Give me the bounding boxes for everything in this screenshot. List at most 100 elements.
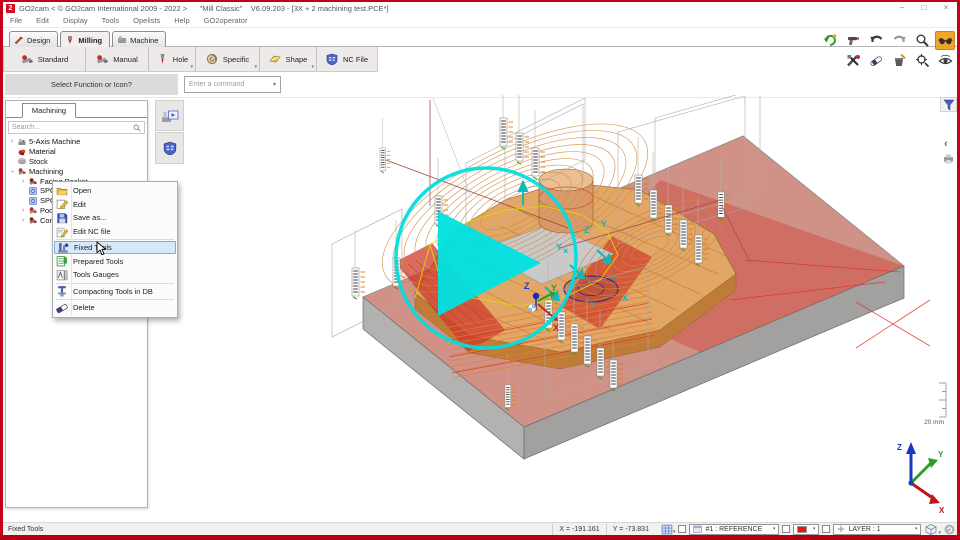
expand-icon[interactable]: ›: [20, 217, 26, 224]
command-input[interactable]: Enter a command ▾: [184, 76, 281, 93]
view-cube-button[interactable]: ▾: [924, 523, 941, 536]
close-button[interactable]: ×: [935, 3, 957, 13]
tools-gauges-icon: [56, 269, 68, 281]
view-toolbar-row1: [820, 31, 955, 50]
maximize-button[interactable]: □: [913, 3, 935, 13]
svg-text:20 mm: 20 mm: [924, 419, 944, 426]
spot-icon: [29, 197, 37, 205]
minimize-button[interactable]: –: [891, 3, 913, 13]
menu-display[interactable]: Display: [56, 16, 95, 25]
stock-icon: [18, 157, 26, 165]
material-removal-button[interactable]: [889, 51, 909, 70]
spot-icon: [29, 187, 37, 195]
window-border-top: [0, 0, 960, 2]
sync-button[interactable]: [944, 524, 955, 535]
collapse-icon[interactable]: ›: [9, 168, 16, 174]
manual-button[interactable]: Manual: [86, 47, 149, 71]
grid-toggle-button[interactable]: ▾: [661, 524, 676, 535]
ncfile-button[interactable]: NC File: [317, 47, 377, 71]
tree-item-stock[interactable]: Stock: [9, 157, 146, 167]
tab-design[interactable]: Design: [9, 31, 58, 47]
undo-button[interactable]: [866, 31, 886, 50]
collapse-panel-chevron[interactable]: ‹: [944, 139, 948, 150]
search-input[interactable]: Search...: [8, 121, 145, 134]
menu-item-delete[interactable]: Delete: [54, 301, 176, 315]
menu-item-edit-nc-file[interactable]: Edit NC file: [54, 225, 176, 239]
eye-icon: [938, 53, 953, 68]
material-icon: [18, 148, 26, 156]
svg-text:Z: Z: [524, 281, 530, 291]
color-checkbox[interactable]: [782, 525, 790, 533]
magnifier-icon: [915, 33, 930, 48]
menu-item-fixed-tools[interactable]: Fixed Tools: [54, 241, 176, 254]
menu-tools[interactable]: Tools: [95, 16, 127, 25]
command-dropdown-icon[interactable]: ▾: [273, 81, 276, 88]
menu-item-compacting-tools[interactable]: Compacting Tools in DB: [54, 285, 176, 299]
simulation-panel-button[interactable]: [155, 100, 184, 131]
undo-icon: [869, 33, 884, 48]
nc-shield-icon: [163, 141, 177, 155]
view-mode-button[interactable]: [935, 31, 955, 50]
expand-icon[interactable]: ›: [20, 207, 26, 214]
grid-dropdown-icon[interactable]: ▾: [673, 529, 676, 535]
tab-machine[interactable]: Machine: [112, 31, 166, 47]
menu-item-save-as[interactable]: Save as...: [54, 211, 176, 225]
hole-icon: [156, 53, 168, 65]
panel-tab-machining[interactable]: Machining: [22, 103, 76, 118]
menu-edit[interactable]: Edit: [29, 16, 56, 25]
standard-button[interactable]: Standard: [4, 47, 86, 71]
menu-file[interactable]: File: [3, 16, 29, 25]
tree-item-material[interactable]: Material: [9, 147, 146, 157]
window-border-bottom: [0, 535, 960, 540]
menu-label: Compacting Tools in DB: [73, 287, 153, 296]
eraser-button[interactable]: [866, 51, 886, 70]
specific-dropdown-icon[interactable]: ▾: [254, 64, 257, 70]
tree-item-5axis-machine[interactable]: ›5-Axis Machine: [9, 137, 146, 147]
printer-icon: [943, 153, 954, 164]
menu-item-tools-gauges[interactable]: Tools Gauges: [54, 268, 176, 282]
shape-dropdown-icon[interactable]: ▾: [311, 64, 314, 70]
layer-checkbox[interactable]: [822, 525, 830, 533]
menu-go2operator[interactable]: GO2operator: [197, 16, 255, 25]
menu-opelists[interactable]: Opelists: [126, 16, 167, 25]
reference-select[interactable]: #1 : REFERENCE ▾: [689, 524, 779, 535]
ncfile-shield-icon: [326, 53, 338, 65]
expand-icon[interactable]: ›: [20, 178, 26, 185]
specific-button[interactable]: Specific ▾: [196, 47, 260, 71]
simulation-restart-button[interactable]: [820, 31, 840, 50]
measure-tool-button[interactable]: [843, 31, 863, 50]
menu-item-open[interactable]: Open: [54, 184, 176, 198]
dynamic-view-button[interactable]: [935, 51, 955, 70]
hole-button[interactable]: Hole ▾: [149, 47, 196, 71]
hole-label: Hole: [173, 55, 188, 64]
reference-checkbox[interactable]: [678, 525, 686, 533]
manual-icon: [96, 53, 108, 65]
glasses-icon: [938, 33, 953, 48]
menu-label: Edit NC file: [73, 227, 111, 236]
zoom-button[interactable]: [912, 31, 932, 50]
svg-text:×: ×: [563, 246, 568, 256]
expand-icon[interactable]: ›: [9, 138, 15, 145]
menu-item-prepared-tools[interactable]: Prepared Tools: [54, 254, 176, 268]
color-select[interactable]: ▾: [793, 524, 819, 535]
coordinate-y: Y = -73.831: [606, 524, 655, 535]
search-placeholder: Search...: [12, 124, 40, 131]
layer-select[interactable]: LAYER : 1 ▾: [833, 524, 921, 535]
tree-item-machining[interactable]: ›Machining: [9, 166, 146, 176]
compact-db-icon: [56, 285, 68, 297]
reference-icon: [693, 525, 702, 534]
menu-item-edit[interactable]: Edit: [54, 198, 176, 212]
redo-button[interactable]: [889, 31, 909, 50]
print-tool-button[interactable]: [943, 151, 954, 169]
coordinate-x: X = -191.161: [552, 524, 605, 535]
tools-simulation-button[interactable]: [843, 51, 863, 70]
svg-text:Y: Y: [551, 283, 557, 293]
shape-button[interactable]: Shape ▾: [260, 47, 317, 71]
tab-milling[interactable]: Milling: [60, 31, 110, 47]
hole-dropdown-icon[interactable]: ▾: [190, 64, 193, 70]
tree-label: Stock: [29, 157, 48, 166]
zoom-target-button[interactable]: [912, 51, 932, 70]
menu-help[interactable]: Help: [167, 16, 196, 25]
filter-button[interactable]: [940, 97, 957, 112]
ncfile-panel-button[interactable]: [155, 132, 184, 164]
